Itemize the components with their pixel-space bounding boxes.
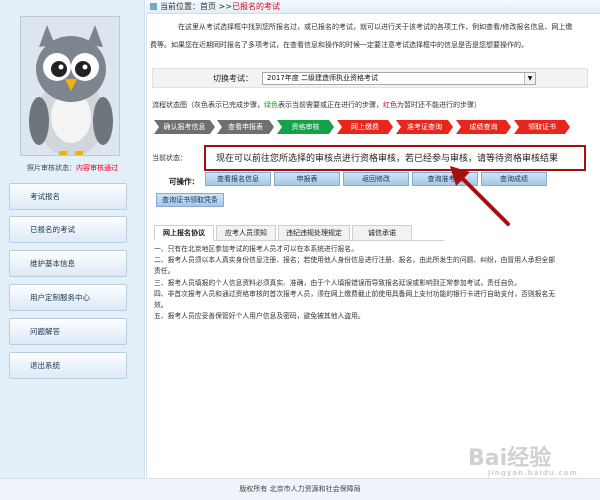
legend-suffix: 为暂时还不能进行的步骤）: [397, 101, 481, 109]
breadcrumb-prefix: 当前位置：首页 >>: [160, 2, 232, 11]
intro-line-1: 在这里从考试选择框中找到您所报名过，或已报名的考试，就可以进行关于该考试的各项工…: [178, 23, 573, 31]
info-tabs: 网上报名协议 应考人员须知 违纪违规处理规定 诚信承诺: [154, 225, 444, 241]
sidebar-item-label: 维护基本信息: [30, 259, 75, 268]
home-icon: [150, 3, 157, 10]
step-admission-ticket[interactable]: 准考证查询: [396, 120, 453, 134]
sidebar-item-custom-service[interactable]: 用户定制服务中心: [9, 284, 127, 311]
button-label: 申报表: [296, 175, 318, 183]
notice-text: 一、只有在北京地区参加考试的报考人员才可以在本系统进行报名。 二、报考人员须以本…: [154, 244, 594, 322]
exam-switch-row: 切换考试： 2017年度 二级建造师执业资格考试 ▼: [152, 68, 588, 88]
sidebar-item-label: 已报名的考试: [30, 225, 75, 234]
tab-label: 网上报名协议: [163, 229, 205, 237]
sidebar: 照片审核状态：内容审核通过 考试报名 已报名的考试 维护基本信息 用户定制服务中…: [0, 0, 145, 478]
tab-label: 违纪违规处理规定: [286, 229, 342, 237]
return-edit-button[interactable]: 返回修改: [343, 172, 409, 186]
intro-line-2: 费等。如果您在近期同时报名了多项考试，在查看信息和操作的时候一定要注意考试选择框…: [150, 41, 528, 49]
breadcrumb-current: 已报名的考试: [231, 2, 280, 11]
exam-select-value: 2017年度 二级建造师执业资格考试: [267, 74, 379, 82]
notice-line: 三、报考人员填报的个人信息资料必须真实、准确，由于个人填报错误而导致报名延误或影…: [154, 278, 522, 287]
button-label: 查询证书领取凭条: [162, 196, 218, 204]
annotation-arrow-icon: [450, 166, 510, 226]
notice-line: 责任。: [154, 267, 175, 276]
tab-label: 诚信承诺: [368, 229, 396, 237]
main-panel: 当前位置：首页 >>已报名的考试 在这里从考试选择框中找到您所报名过，或已报名的…: [146, 0, 600, 478]
actions-label: 可操作：: [169, 177, 199, 186]
notice-line: 一、只有在北京地区参加考试的报考人员才可以在本系统进行报名。: [154, 245, 358, 253]
footer: 版权所有 北京市人力资源和社会保障局: [0, 478, 600, 500]
button-label: 返回修改: [362, 175, 390, 183]
step-label: 确认报考信息: [163, 123, 206, 131]
sidebar-item-label: 用户定制服务中心: [30, 293, 90, 302]
tab-label: 应考人员须知: [225, 229, 267, 237]
sidebar-item-label: 考试报名: [30, 192, 60, 201]
step-label: 成绩查询: [469, 123, 498, 131]
notice-line: 效。: [154, 301, 168, 310]
avatar: [20, 16, 120, 156]
tab-online-agreement[interactable]: 网上报名协议: [154, 225, 214, 241]
legend-green: 绿色: [264, 101, 278, 109]
flow-legend: 流程状态图（灰色表示已完成步骤，绿色表示当前需要或正在进行的步骤，红色为暂时还不…: [152, 100, 481, 110]
chevron-down-icon[interactable]: ▼: [524, 73, 535, 84]
notice-line: 四、非首次报考人员和通过资格审核的首次报考人员，须在网上缴费截止前使用具备网上支…: [154, 289, 556, 298]
sidebar-item-logout[interactable]: 退出系统: [9, 352, 127, 379]
status-message: 现在可以前往您所选择的审核点进行资格审核，若已经参与审核，请等待资格审核结果: [204, 145, 586, 171]
sidebar-item-registered-exams[interactable]: 已报名的考试: [9, 216, 127, 243]
step-label: 准考证查询: [407, 123, 442, 131]
notice-line: 五、报考人员应妥善保管好个人用户信息及密码，避免被其他人盗用。: [154, 312, 365, 321]
sidebar-item-label: 问题解答: [30, 327, 60, 336]
photo-status-label: 照片审核状态：: [27, 164, 76, 172]
legend-prefix: 流程状态图（灰色表示已完成步骤，: [152, 101, 264, 109]
step-score-query[interactable]: 成绩查询: [456, 120, 511, 134]
photo-status-value: 内容审核通过: [76, 164, 118, 172]
exam-select[interactable]: 2017年度 二级建造师执业资格考试 ▼: [262, 72, 536, 85]
tab-candidate-notice[interactable]: 应考人员须知: [216, 225, 276, 241]
exam-switch-label: 切换考试：: [213, 74, 253, 83]
query-certificate-slip-button[interactable]: 查询证书领取凭条: [156, 193, 224, 207]
legend-red: 红色: [383, 101, 397, 109]
step-online-payment[interactable]: 网上缴费: [337, 120, 393, 134]
status-label: 当前状态：: [152, 154, 187, 162]
notice-line: 二、报考人员须以本人真实身份信息注册、报名；若使用他人身份信息进行注册、报名，由…: [154, 256, 556, 265]
view-registration-button[interactable]: 查看报名信息: [205, 172, 271, 186]
legend-mid: 表示当前需要或正在进行的步骤，: [278, 101, 383, 109]
sidebar-item-faq[interactable]: 问题解答: [9, 318, 127, 345]
step-label: 网上缴费: [351, 123, 379, 131]
step-confirm-info[interactable]: 确认报考信息: [154, 120, 215, 134]
step-qualification-review[interactable]: 资格审核: [277, 120, 334, 134]
watermark-sub: jingyan.baidu.com: [488, 469, 578, 477]
step-label: 领取证书: [528, 123, 556, 131]
owl-avatar-image: [21, 17, 119, 155]
sidebar-item-label: 退出系统: [30, 361, 60, 370]
photo-status: 照片审核状态：内容审核通过: [0, 163, 145, 173]
tab-violation-rules[interactable]: 违纪违规处理规定: [278, 225, 350, 241]
step-label: 资格审核: [291, 123, 320, 131]
sidebar-item-exam-registration[interactable]: 考试报名: [9, 183, 127, 210]
watermark-main: Bai经验: [468, 446, 552, 471]
watermark: Bai经验 jingyan.baidu.com: [468, 440, 578, 477]
application-form-button[interactable]: 申报表: [274, 172, 340, 186]
button-label: 查看报名信息: [217, 175, 259, 183]
step-certificate[interactable]: 领取证书: [514, 120, 570, 134]
tab-integrity-pledge[interactable]: 诚信承诺: [352, 225, 412, 241]
sidebar-item-basic-info[interactable]: 维护基本信息: [9, 250, 127, 277]
breadcrumb: 当前位置：首页 >>已报名的考试: [146, 0, 600, 14]
step-view-form[interactable]: 查看申报表: [217, 120, 274, 134]
step-label: 查看申报表: [228, 123, 263, 131]
